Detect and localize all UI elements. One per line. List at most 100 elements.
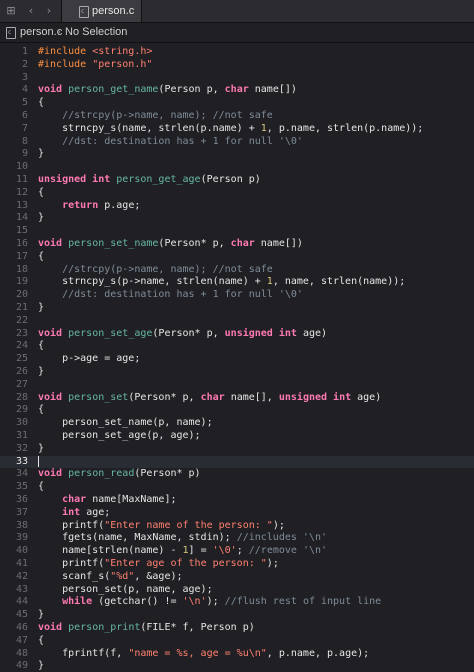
code-line[interactable]: 49} bbox=[0, 660, 474, 672]
code-line[interactable]: 9} bbox=[0, 148, 474, 161]
code-line[interactable]: 35 { bbox=[0, 481, 474, 494]
code-line[interactable]: 37 int age; bbox=[0, 507, 474, 520]
code-line[interactable]: 28 void person_set(Person* p, char name[]… bbox=[0, 392, 474, 405]
code-text[interactable]: while (getchar() != '\n'); //flush rest … bbox=[38, 596, 381, 609]
code-text[interactable]: person_set(p, name, age); bbox=[38, 584, 213, 597]
code-text[interactable]: void person_print(FILE* f, Person p) bbox=[38, 622, 255, 635]
code-text[interactable]: person_set_name(p, name); bbox=[38, 417, 213, 430]
code-line[interactable]: 31 person_set_age(p, age); bbox=[0, 430, 474, 443]
code-line[interactable]: 13 return p.age; bbox=[0, 200, 474, 213]
code-text[interactable]: int age; bbox=[38, 507, 110, 520]
code-line[interactable]: 15 bbox=[0, 225, 474, 238]
code-text[interactable]: void person_set(Person* p, char name[], … bbox=[38, 392, 381, 405]
code-text[interactable]: } bbox=[38, 443, 44, 456]
code-line[interactable]: 36 char name[MaxName]; bbox=[0, 494, 474, 507]
code-line[interactable]: 48 fprintf(f, "name = %s, age = %u\n", p… bbox=[0, 648, 474, 661]
code-text[interactable]: } bbox=[38, 148, 44, 161]
code-line[interactable]: 7 strncpy_s(name, strlen(p.name) + 1, p.… bbox=[0, 123, 474, 136]
code-text[interactable]: return p.age; bbox=[38, 200, 140, 213]
code-line[interactable]: 19 strncpy_s(p->name, strlen(name) + 1, … bbox=[0, 276, 474, 289]
code-line[interactable]: 30 person_set_name(p, name); bbox=[0, 417, 474, 430]
code-line[interactable]: 4 void person_get_name(Person p, char nam… bbox=[0, 84, 474, 97]
code-line[interactable]: 5{ bbox=[0, 97, 474, 110]
code-text[interactable]: { bbox=[38, 481, 44, 494]
code-text[interactable]: void person_set_age(Person* p, unsigned … bbox=[38, 328, 327, 341]
code-text[interactable]: name[strlen(name) - 1] = '\0'; //remove … bbox=[38, 545, 327, 558]
code-line[interactable]: 21} bbox=[0, 302, 474, 315]
code-text[interactable]: //dst: destination has + 1 for null '\0' bbox=[38, 136, 303, 149]
code-line[interactable]: 39 fgets(name, MaxName, stdin); //includ… bbox=[0, 532, 474, 545]
code-text[interactable]: { bbox=[38, 251, 44, 264]
code-line[interactable]: 22 bbox=[0, 315, 474, 328]
code-line[interactable]: 24 { bbox=[0, 340, 474, 353]
code-text[interactable]: //dst: destination has + 1 for null '\0' bbox=[38, 289, 303, 302]
back-arrow-icon[interactable]: ‹ bbox=[24, 4, 38, 18]
jump-bar-file[interactable]: person.c bbox=[20, 23, 62, 42]
code-line[interactable]: 26} bbox=[0, 366, 474, 379]
code-text[interactable]: //strcpy(p->name, name); //not safe bbox=[38, 110, 273, 123]
code-line[interactable]: 25 p->age = age; bbox=[0, 353, 474, 366]
code-text[interactable]: } bbox=[38, 366, 44, 379]
jump-bar-selection[interactable]: No Selection bbox=[65, 23, 127, 42]
code-line[interactable]: 42 scanf_s("%d", &age); bbox=[0, 571, 474, 584]
code-line[interactable]: 27 bbox=[0, 379, 474, 392]
code-line[interactable]: 12 { bbox=[0, 187, 474, 200]
code-line[interactable]: 14} bbox=[0, 212, 474, 225]
code-text[interactable]: printf("Enter name of the person: "); bbox=[38, 520, 285, 533]
code-line[interactable]: 10 bbox=[0, 161, 474, 174]
code-line[interactable]: 29 { bbox=[0, 404, 474, 417]
code-text[interactable]: //strcpy(p->name, name); //not safe bbox=[38, 264, 273, 277]
code-line[interactable]: 34 void person_read(Person* p) bbox=[0, 468, 474, 481]
code-line[interactable]: 40 name[strlen(name) - 1] = '\0'; //remo… bbox=[0, 545, 474, 558]
code-text[interactable]: person_set_age(p, age); bbox=[38, 430, 200, 443]
code-text[interactable]: char name[MaxName]; bbox=[38, 494, 176, 507]
code-text[interactable]: } bbox=[38, 302, 44, 315]
code-text[interactable]: { bbox=[38, 340, 44, 353]
code-line[interactable]: 2 #include "person.h" bbox=[0, 59, 474, 72]
code-line[interactable]: 1 #include <string.h> bbox=[0, 46, 474, 59]
code-line[interactable]: 6 //strcpy(p->name, name); //not safe bbox=[0, 110, 474, 123]
code-line[interactable]: 43 person_set(p, name, age); bbox=[0, 584, 474, 597]
code-text[interactable]: } bbox=[38, 609, 44, 622]
forward-arrow-icon[interactable]: › bbox=[42, 4, 56, 18]
code-text[interactable]: void person_read(Person* p) bbox=[38, 468, 201, 481]
code-line[interactable]: 3 bbox=[0, 72, 474, 85]
code-text[interactable]: printf("Enter age of the person: "); bbox=[38, 558, 279, 571]
code-line[interactable]: 8 //dst: destination has + 1 for null '\… bbox=[0, 136, 474, 149]
code-text[interactable]: strncpy_s(p->name, strlen(name) + 1, nam… bbox=[38, 276, 405, 289]
code-line[interactable]: 16 void person_set_name(Person* p, char n… bbox=[0, 238, 474, 251]
code-text[interactable]: { bbox=[38, 635, 44, 648]
code-line[interactable]: 38 printf("Enter name of the person: "); bbox=[0, 520, 474, 533]
code-line[interactable]: 32} bbox=[0, 443, 474, 456]
code-editor[interactable]: 1 #include <string.h> 2 #include "person.h"… bbox=[0, 43, 474, 672]
code-line[interactable]: 17 { bbox=[0, 251, 474, 264]
code-text[interactable]: #include "person.h" bbox=[38, 59, 152, 72]
grid-icon[interactable]: ⊞ bbox=[4, 4, 18, 18]
code-line[interactable]: 41 printf("Enter age of the person: "); bbox=[0, 558, 474, 571]
code-text[interactable]: { bbox=[38, 404, 44, 417]
code-text[interactable]: fgets(name, MaxName, stdin); //includes … bbox=[38, 532, 327, 545]
code-text[interactable]: scanf_s("%d", &age); bbox=[38, 571, 182, 584]
code-line[interactable]: 20 //dst: destination has + 1 for null '… bbox=[0, 289, 474, 302]
code-text[interactable]: void person_set_name(Person* p, char nam… bbox=[38, 238, 303, 251]
code-token: person_get_age bbox=[116, 174, 201, 185]
code-line[interactable]: 46 void person_print(FILE* f, Person p) bbox=[0, 622, 474, 635]
code-line[interactable]: 44 while (getchar() != '\n'); //flush re… bbox=[0, 596, 474, 609]
tab-person-c[interactable]: c person.c bbox=[61, 0, 142, 22]
code-text[interactable]: } bbox=[38, 212, 44, 225]
code-line[interactable]: 45} bbox=[0, 609, 474, 622]
code-line[interactable]: 23 void person_set_age(Person* p, unsigne… bbox=[0, 328, 474, 341]
code-text[interactable]: void person_get_name(Person p, char name… bbox=[38, 84, 297, 97]
code-line[interactable]: 47 { bbox=[0, 635, 474, 648]
code-text[interactable]: p->age = age; bbox=[38, 353, 140, 366]
code-text[interactable]: #include <string.h> bbox=[38, 46, 152, 59]
code-line[interactable]: 33 bbox=[0, 455, 474, 469]
code-text[interactable]: unsigned int person_get_age(Person p) bbox=[38, 174, 261, 187]
code-text[interactable]: { bbox=[38, 187, 44, 200]
code-line[interactable]: 18 //strcpy(p->name, name); //not safe bbox=[0, 264, 474, 277]
code-text[interactable]: strncpy_s(name, strlen(p.name) + 1, p.na… bbox=[38, 123, 423, 136]
code-text[interactable]: fprintf(f, "name = %s, age = %u\n", p.na… bbox=[38, 648, 369, 661]
code-line[interactable]: 11 unsigned int person_get_age(Person p) bbox=[0, 174, 474, 187]
code-text[interactable]: { bbox=[38, 97, 44, 110]
code-text[interactable]: } bbox=[38, 660, 44, 672]
